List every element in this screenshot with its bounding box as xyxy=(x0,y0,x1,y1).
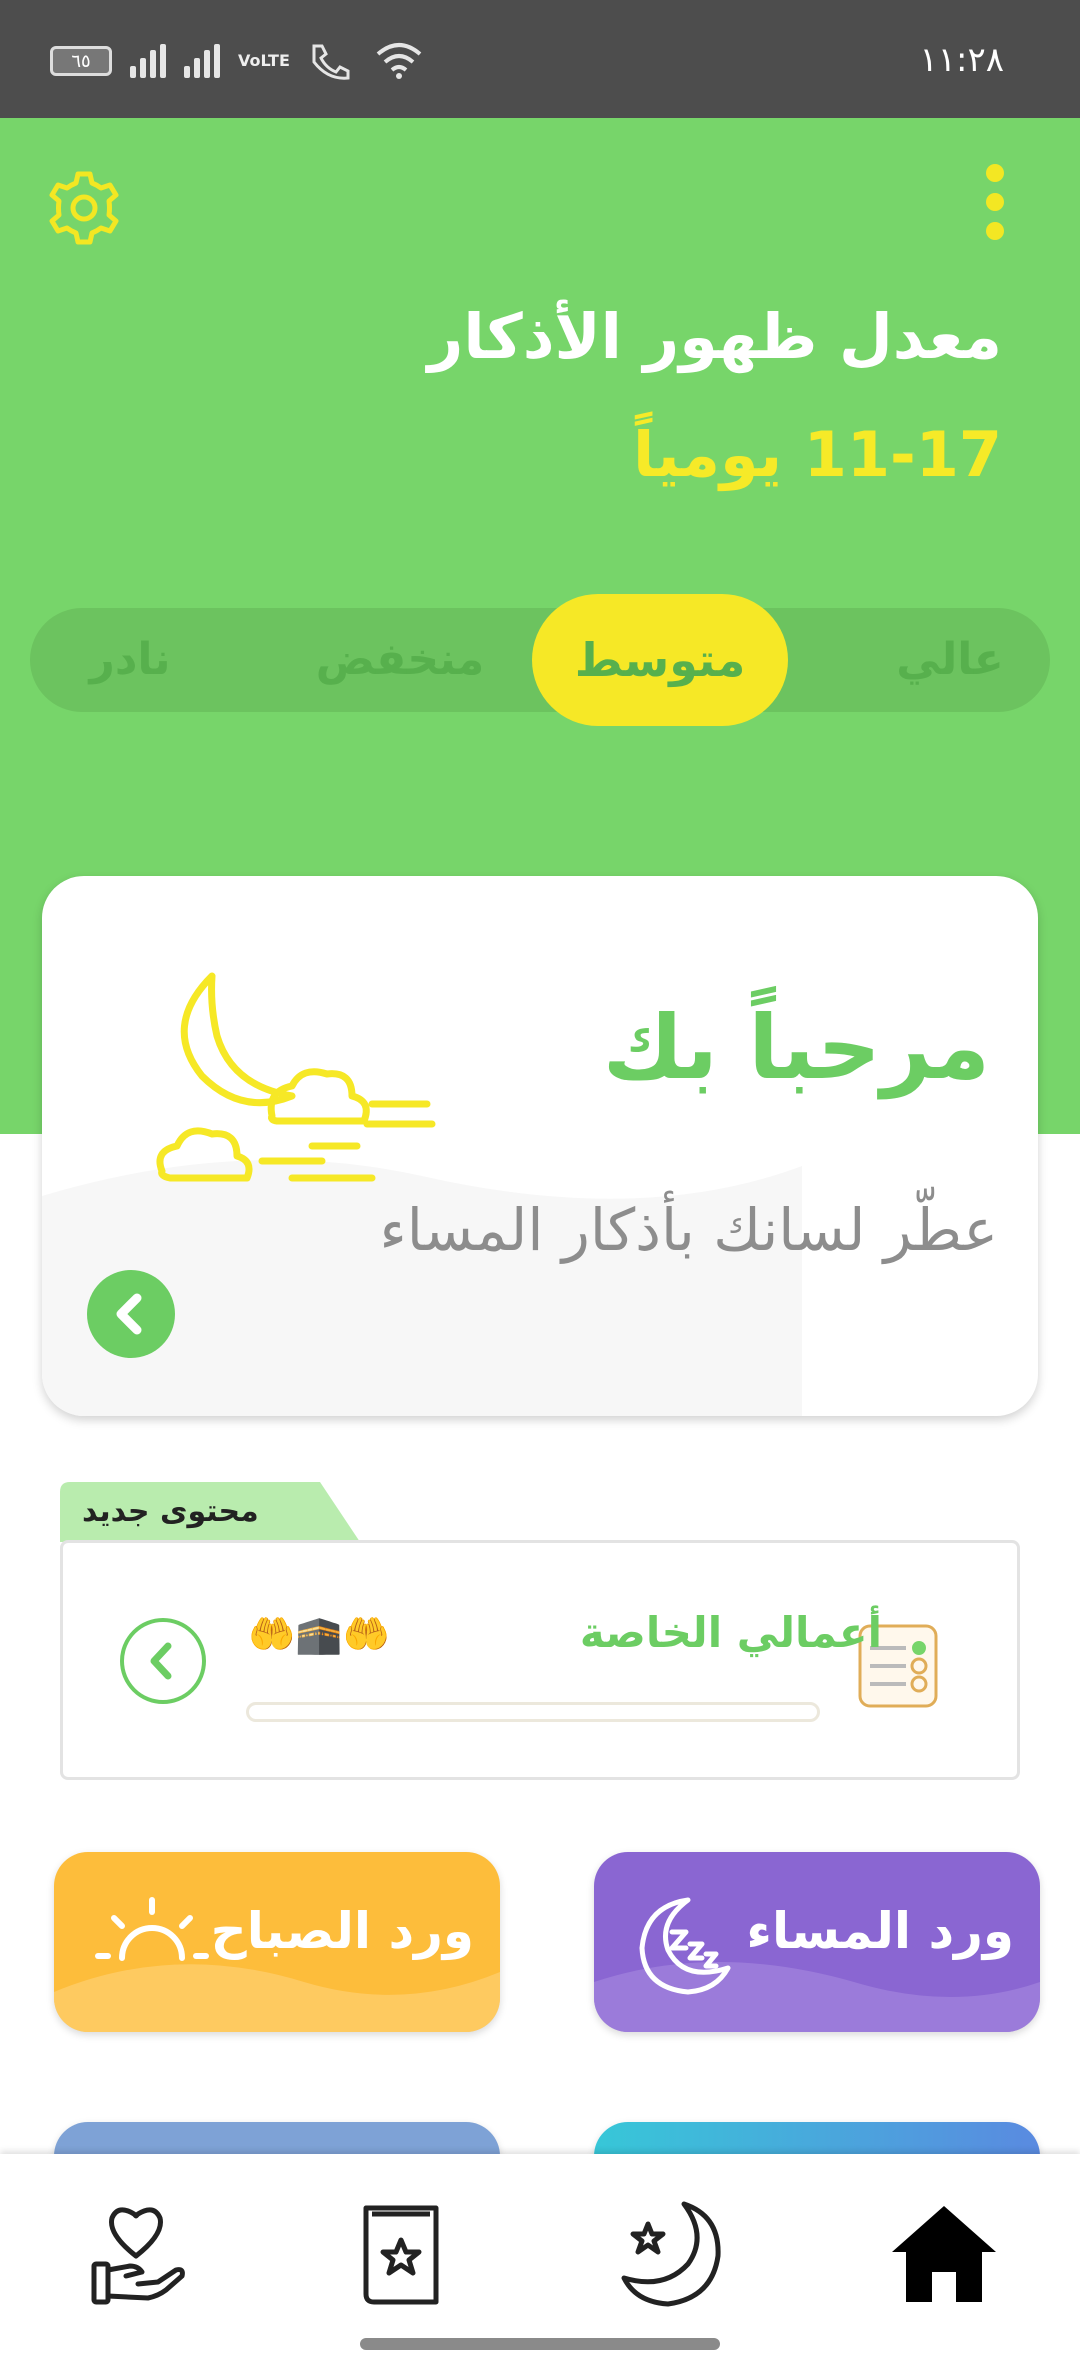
volte-icon: VoLTE xyxy=(238,51,290,70)
heart-hand-icon[interactable] xyxy=(78,2194,198,2314)
sun-icon xyxy=(95,1897,209,1961)
home-icon[interactable] xyxy=(884,2194,1004,2314)
evening-wird-label: ورد المساء xyxy=(746,1902,1014,1960)
open-my-deeds-button[interactable] xyxy=(120,1618,206,1704)
book-star-icon[interactable] xyxy=(340,2194,460,2314)
option-high[interactable]: عالي xyxy=(850,608,1050,712)
option-rare[interactable]: نادر xyxy=(30,608,230,712)
welcome-title: مرحباً بك xyxy=(602,996,990,1099)
morning-wird-label: ورد الصباح xyxy=(210,1902,474,1960)
chevron-left-icon xyxy=(150,1642,172,1680)
signal-icon xyxy=(130,44,166,78)
welcome-card[interactable]: مرحباً بك عطّر لسانك بأذكار المساء xyxy=(42,876,1038,1416)
moon-star-icon[interactable] xyxy=(612,2194,732,2314)
home-indicator xyxy=(360,2338,720,2350)
option-medium-selected[interactable]: متوسط xyxy=(532,594,788,726)
moon-sleep-icon xyxy=(639,1897,731,1995)
my-deeds-title: أعمالي الخاصة xyxy=(579,1608,882,1657)
progress-bar xyxy=(246,1702,820,1722)
call-icon xyxy=(312,44,350,80)
status-bar: ٦٥ VoLTE ١١:٢٨ xyxy=(0,0,1080,118)
chevron-left-icon xyxy=(116,1293,142,1335)
battery-level: ٦٥ xyxy=(71,50,91,72)
moon-clouds-icon xyxy=(156,972,436,1182)
morning-wird-tile[interactable]: ورد الصباح xyxy=(54,1852,500,2032)
welcome-subtitle: عطّر لسانك بأذكار المساء xyxy=(379,1196,998,1264)
page-title: معدل ظهور الأذكار xyxy=(427,300,1002,373)
battery-icon: ٦٥ xyxy=(50,46,112,76)
signal-icon-2 xyxy=(184,44,220,78)
status-icons: ٦٥ VoLTE xyxy=(50,42,424,80)
evening-wird-tile[interactable]: ورد المساء xyxy=(594,1852,1040,2032)
welcome-open-button[interactable] xyxy=(87,1270,175,1358)
new-content-label: محتوى جديد xyxy=(82,1494,259,1529)
frequency-range: 11-17 يومياً xyxy=(632,418,1002,491)
more-vertical-icon[interactable] xyxy=(976,164,1016,244)
option-medium-label: متوسط xyxy=(574,633,746,687)
option-low[interactable]: منخفض xyxy=(280,608,520,712)
status-time: ١١:٢٨ xyxy=(919,40,1004,80)
kaaba-emoji: 🤲🕋🤲 xyxy=(248,1612,390,1656)
gear-icon[interactable] xyxy=(44,168,124,248)
wifi-icon xyxy=(376,43,422,79)
